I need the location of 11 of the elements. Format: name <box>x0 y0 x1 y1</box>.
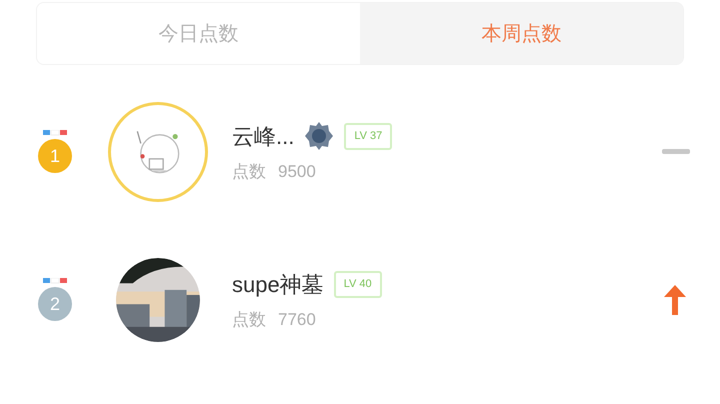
level-tag: LV 40 <box>334 271 382 298</box>
rank-number: 2 <box>50 295 60 313</box>
points-label: 点数 <box>232 308 266 331</box>
tab[interactable]: 本周点数 <box>360 3 683 64</box>
points-value: 9500 <box>278 160 316 183</box>
points-label: 点数 <box>232 160 266 183</box>
user-name: 云峰... <box>232 122 294 151</box>
rank-number: 1 <box>50 147 60 165</box>
points-value: 7760 <box>278 308 316 331</box>
level-tag: LV 37 <box>344 123 392 150</box>
user-name: supe神墓 <box>232 270 324 299</box>
